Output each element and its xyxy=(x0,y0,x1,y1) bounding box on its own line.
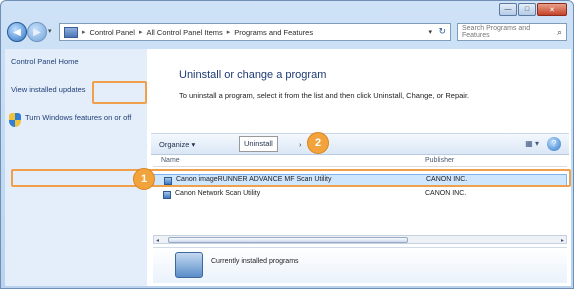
sidebar-item-control-panel-home[interactable]: Control Panel Home xyxy=(11,57,131,67)
breadcrumb-programs-features[interactable]: Programs and Features xyxy=(234,28,313,37)
callout-highlight-row xyxy=(11,169,571,187)
shield-icon xyxy=(9,113,21,127)
callout-badge-1: 1 xyxy=(133,168,155,190)
table-row[interactable]: Canon Network Scan Utility CANON INC. xyxy=(153,189,567,201)
address-bar[interactable]: ▸ Control Panel ▸ All Control Panel Item… xyxy=(59,23,451,41)
help-icon[interactable]: ? xyxy=(547,137,561,151)
minimize-button[interactable]: — xyxy=(499,3,517,16)
forward-button[interactable]: ▶ xyxy=(27,22,47,42)
uninstall-button[interactable]: Uninstall xyxy=(239,136,278,152)
page-title: Uninstall or change a program xyxy=(179,69,327,81)
navigation-bar: ◀ ▶ ▾ ▸ Control Panel ▸ All Control Pane… xyxy=(5,21,569,45)
program-icon xyxy=(163,191,171,199)
scrollbar-thumb[interactable] xyxy=(168,237,408,243)
horizontal-scrollbar[interactable]: ◂ ▸ xyxy=(153,235,567,244)
recent-pages-dropdown-icon[interactable]: ▾ xyxy=(48,27,52,35)
sidebar-item-windows-features[interactable]: Turn Windows features on or off xyxy=(25,113,135,123)
organize-button[interactable]: Organize ▾ xyxy=(159,140,195,149)
main-content: Uninstall or change a program To uninsta… xyxy=(147,49,571,286)
list-header: Name Publisher xyxy=(153,157,567,167)
views-icon[interactable]: ▦ ▾ xyxy=(525,139,539,148)
scroll-right-icon[interactable]: ▸ xyxy=(561,237,564,244)
back-button[interactable]: ◀ xyxy=(7,22,27,42)
breadcrumb-separator-icon[interactable]: ▸ xyxy=(139,28,143,36)
window-controls: — □ ✕ xyxy=(499,3,567,16)
column-header-publisher[interactable]: Publisher xyxy=(425,157,454,164)
title-bar[interactable]: — □ ✕ xyxy=(1,1,573,19)
address-dropdown-icon[interactable]: ▾ xyxy=(428,28,432,36)
close-button[interactable]: ✕ xyxy=(537,3,567,16)
programs-window: — □ ✕ ◀ ▶ ▾ ▸ Control Panel ▸ All Contro… xyxy=(0,0,574,289)
search-icon[interactable]: ⌕ xyxy=(557,27,562,38)
maximize-button[interactable]: □ xyxy=(518,3,536,16)
refresh-icon[interactable]: ↻ xyxy=(438,26,446,37)
programs-icon xyxy=(175,252,203,278)
column-header-name[interactable]: Name xyxy=(161,157,180,164)
program-publisher: CANON INC. xyxy=(425,190,467,197)
breadcrumb-all-items[interactable]: All Control Panel Items xyxy=(146,28,222,37)
program-name: Canon Network Scan Utility xyxy=(175,190,261,197)
details-pane: Currently installed programs xyxy=(153,247,567,283)
toolbar-more-icon[interactable]: › xyxy=(299,140,302,149)
search-placeholder: Search Programs and Features xyxy=(462,25,531,39)
callout-badge-2: 2 xyxy=(307,132,329,154)
breadcrumb-separator-icon[interactable]: ▸ xyxy=(82,28,86,36)
page-description: To uninstall a program, select it from t… xyxy=(179,91,470,100)
command-toolbar: Organize ▾ Uninstall › ▦ ▾ ? xyxy=(151,133,569,155)
callout-highlight-uninstall xyxy=(92,81,147,104)
breadcrumb-control-panel[interactable]: Control Panel xyxy=(90,28,135,37)
control-panel-icon xyxy=(64,26,78,38)
breadcrumb-separator-icon[interactable]: ▸ xyxy=(227,28,231,36)
search-input[interactable]: Search Programs and Features ⌕ xyxy=(457,23,567,41)
details-text: Currently installed programs xyxy=(211,258,299,265)
scroll-left-icon[interactable]: ◂ xyxy=(156,237,159,244)
